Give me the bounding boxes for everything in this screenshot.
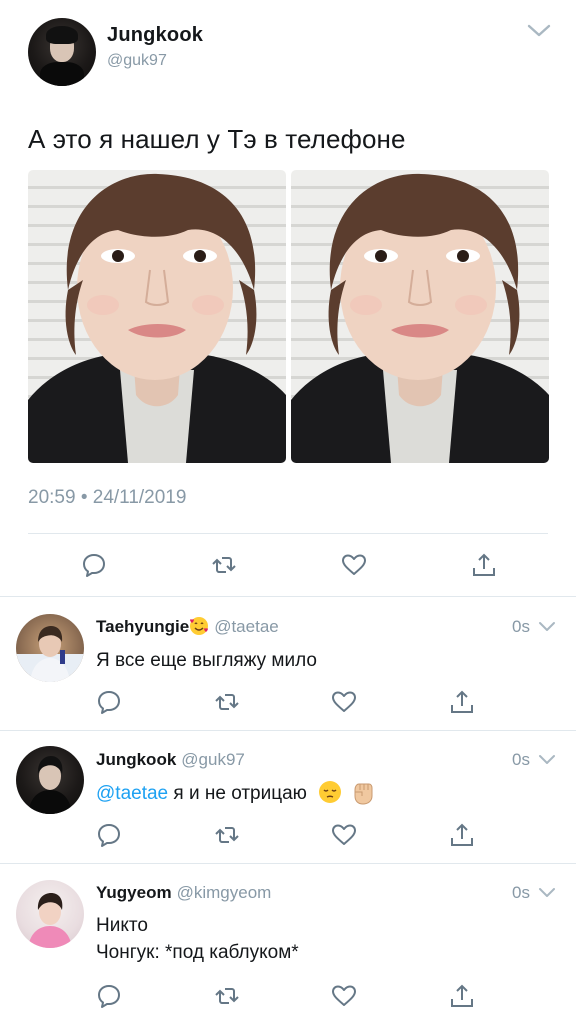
- author-handle[interactable]: @taetae: [214, 617, 279, 636]
- pensive-face-icon: [319, 781, 342, 804]
- chevron-down-icon[interactable]: [537, 886, 557, 900]
- author-name[interactable]: Yugyeom: [96, 883, 172, 902]
- tweet-text: А это я нашел у Тэ в телефоне: [28, 124, 406, 154]
- chevron-down-icon[interactable]: [537, 620, 557, 634]
- heart-icon[interactable]: [331, 689, 357, 715]
- heart-icon[interactable]: [331, 983, 357, 1009]
- reply-text: Я все еще выгляжу мило: [96, 650, 317, 671]
- main-tweet: Jungkook @guk97 А это я нашел у Тэ в тел…: [0, 0, 576, 596]
- reply-text-line2: Чонгук: *под каблуком*: [96, 942, 299, 963]
- avatar[interactable]: [16, 880, 84, 948]
- retweet-icon[interactable]: [214, 983, 240, 1009]
- reply-time: 0s: [512, 883, 530, 902]
- reply-text-body: я и не отрицаю: [168, 783, 307, 804]
- heart-icon[interactable]: [331, 822, 357, 848]
- tweet-photo[interactable]: [291, 170, 549, 463]
- reply-tweet[interactable]: Yugyeom @kimgyeom 0s Никто Чонгук: *под к…: [0, 864, 576, 1024]
- retweet-icon[interactable]: [214, 689, 240, 715]
- tweet-photo[interactable]: [28, 170, 286, 463]
- chevron-down-icon[interactable]: [526, 22, 552, 40]
- smiling-face-with-hearts-icon: [190, 616, 209, 635]
- raised-fist-icon: [354, 783, 372, 805]
- author-name[interactable]: Taehyungie: [96, 617, 189, 636]
- reply-icon[interactable]: [81, 552, 107, 578]
- reply-time: 0s: [512, 617, 530, 636]
- author-name[interactable]: Jungkook: [96, 750, 176, 769]
- avatar[interactable]: [16, 614, 84, 682]
- retweet-icon[interactable]: [214, 822, 240, 848]
- retweet-icon[interactable]: [211, 552, 237, 578]
- share-icon[interactable]: [471, 552, 497, 578]
- author-handle[interactable]: @kimgyeom: [177, 883, 272, 902]
- tweet-timestamp: 20:59 • 24/11/2019: [28, 487, 187, 508]
- author-name[interactable]: Jungkook: [107, 24, 203, 47]
- reply-tweet[interactable]: Jungkook @guk97 0s @taetae я и не отрицаю: [0, 731, 576, 863]
- author-handle[interactable]: @guk97: [181, 750, 245, 769]
- share-icon[interactable]: [449, 689, 475, 715]
- author-handle[interactable]: @guk97: [107, 52, 167, 70]
- reply-icon[interactable]: [96, 983, 122, 1009]
- avatar[interactable]: [16, 746, 84, 814]
- heart-icon[interactable]: [341, 552, 367, 578]
- reply-icon[interactable]: [96, 689, 122, 715]
- reply-icon[interactable]: [96, 822, 122, 848]
- share-icon[interactable]: [449, 983, 475, 1009]
- chevron-down-icon[interactable]: [537, 753, 557, 767]
- divider: [28, 533, 548, 534]
- share-icon[interactable]: [449, 822, 475, 848]
- avatar[interactable]: [28, 18, 96, 86]
- mention-link[interactable]: @taetae: [96, 783, 168, 804]
- reply-text-line1: Никто: [96, 915, 148, 936]
- reply-text: @taetae я и не отрицаю: [96, 780, 376, 807]
- reply-tweet[interactable]: Taehyungie @taetae 0s Я все еще выгляжу …: [0, 597, 576, 730]
- reply-time: 0s: [512, 750, 530, 769]
